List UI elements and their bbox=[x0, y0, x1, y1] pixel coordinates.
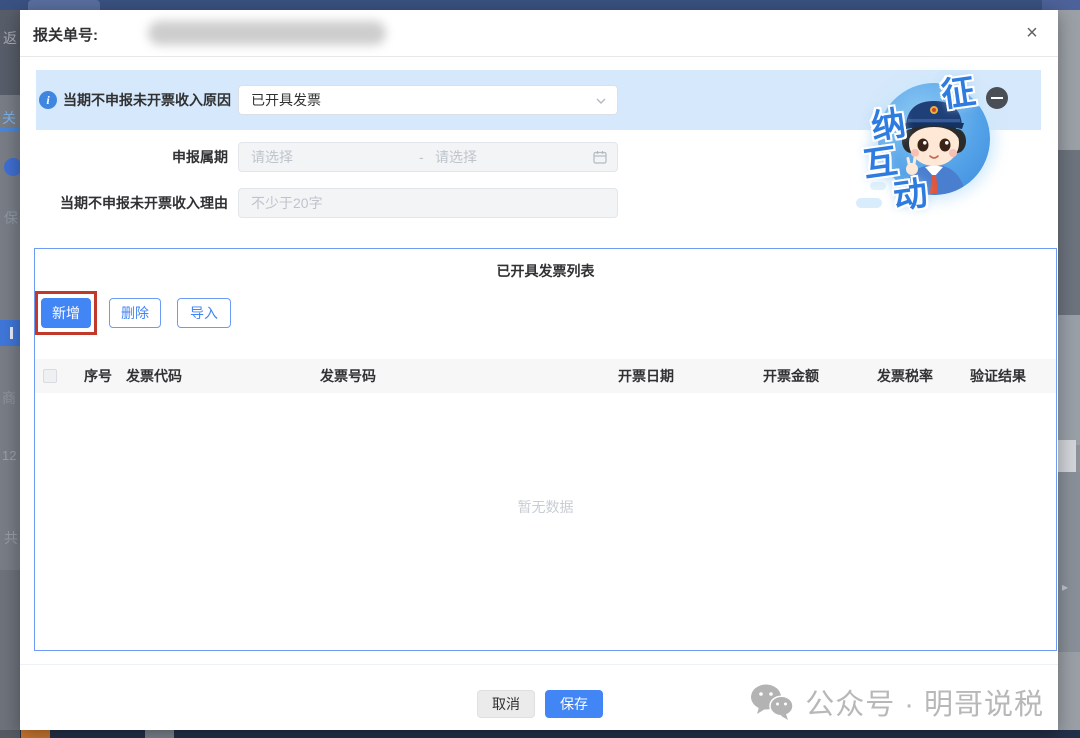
background-right-patch bbox=[1058, 10, 1080, 150]
column-header-verify-result: 验证结果 bbox=[970, 359, 1026, 393]
reason-text-label: 当期不申报未开票收入理由 bbox=[20, 188, 228, 218]
reason-select[interactable]: 已开具发票 bbox=[238, 85, 618, 115]
background-right-patch bbox=[1058, 315, 1080, 445]
period-separator: - bbox=[419, 143, 424, 171]
import-button[interactable]: 导入 bbox=[177, 298, 231, 328]
collapse-mascot-button[interactable] bbox=[986, 87, 1008, 109]
period-start-placeholder: 请选择 bbox=[251, 143, 293, 171]
background-right-patch bbox=[1058, 472, 1080, 652]
modal-title: 报关单号: bbox=[33, 24, 98, 45]
redacted-declaration-number bbox=[148, 21, 386, 45]
background-top-bar bbox=[0, 0, 1080, 10]
reason-select-label: 当期不申报未开票收入原因 bbox=[63, 70, 231, 130]
calendar-icon bbox=[593, 150, 607, 164]
background-button-glyph bbox=[10, 327, 13, 339]
background-bottom-bar bbox=[0, 730, 1080, 738]
empty-state-text: 暂无数据 bbox=[35, 497, 1056, 517]
background-bottom-gray-segment bbox=[145, 730, 174, 738]
period-end-placeholder: 请选择 bbox=[435, 143, 477, 171]
background-left-bottom-patch bbox=[0, 570, 20, 730]
background-fragment: 共 bbox=[4, 528, 18, 548]
background-bottom-leftcap bbox=[0, 730, 20, 738]
chevron-down-icon bbox=[595, 95, 607, 107]
horizontal-scrollbar-thumb[interactable] bbox=[21, 730, 50, 738]
mascot-char: 动 bbox=[890, 165, 930, 218]
column-header-seq: 序号 bbox=[84, 359, 112, 393]
background-arrow-fragment: ▸ bbox=[1062, 580, 1068, 594]
background-blue-icon bbox=[4, 158, 20, 176]
add-button[interactable]: 新增 bbox=[41, 298, 91, 328]
reason-text-placeholder: 不少于20字 bbox=[251, 189, 323, 217]
background-left-edge: 返 关 保 商 12 共 bbox=[0, 10, 20, 730]
background-right-patch bbox=[1058, 150, 1080, 315]
background-fragment: 12 bbox=[2, 448, 16, 463]
background-left-dark-patch bbox=[0, 10, 20, 95]
background-fragment: 返 bbox=[3, 28, 17, 48]
watermark-text: 公众号 · 明哥说税 bbox=[805, 681, 1044, 723]
background-right-patch bbox=[1058, 652, 1080, 730]
background-fragment: 关 bbox=[2, 108, 16, 128]
save-button[interactable]: 保存 bbox=[545, 690, 603, 718]
select-all-checkbox[interactable] bbox=[43, 369, 57, 383]
tax-interaction-mascot[interactable]: 征 纳 互 动 bbox=[848, 70, 1018, 210]
delete-button[interactable]: 删除 bbox=[109, 298, 161, 328]
reason-select-value: 已开具发票 bbox=[251, 86, 321, 114]
invoice-panel-title: 已开具发票列表 bbox=[35, 261, 1056, 281]
customs-declaration-modal: 报关单号: × i 当期不申报未开票收入原因 已开具发票 bbox=[20, 10, 1058, 730]
cancel-button[interactable]: 取消 bbox=[477, 690, 535, 718]
background-top-right-block bbox=[1042, 0, 1080, 10]
background-fragment: 商 bbox=[2, 388, 16, 408]
mascot-trail bbox=[856, 198, 882, 208]
info-icon: i bbox=[39, 91, 57, 109]
footer-divider bbox=[20, 664, 1058, 665]
invoice-table-header: 序号 发票代码 发票号码 开票日期 开票金额 发票税率 验证结果 bbox=[35, 359, 1056, 393]
column-header-invoice-date: 开票日期 bbox=[618, 359, 674, 393]
column-header-invoice-number: 发票号码 bbox=[320, 359, 376, 393]
close-icon[interactable]: × bbox=[1020, 21, 1044, 45]
mascot-char: 征 bbox=[938, 63, 978, 116]
wechat-icon bbox=[749, 683, 795, 721]
background-top-tab bbox=[28, 0, 100, 10]
column-header-tax-rate: 发票税率 bbox=[877, 359, 933, 393]
modal-header: 报关单号: × bbox=[20, 10, 1058, 57]
period-label: 申报属期 bbox=[20, 142, 228, 172]
period-range-field[interactable]: 请选择 - 请选择 bbox=[238, 142, 618, 172]
background-blue-button-fragment bbox=[0, 320, 20, 346]
reason-text-field[interactable]: 不少于20字 bbox=[238, 188, 618, 218]
column-header-invoice-code: 发票代码 bbox=[126, 359, 182, 393]
column-header-invoice-amount: 开票金额 bbox=[763, 359, 819, 393]
issued-invoice-panel: 已开具发票列表 新增 删除 导入 序号 发票代码 发票号码 开票日期 开票金额 … bbox=[34, 248, 1057, 651]
background-tab-underline bbox=[0, 128, 20, 131]
background-right-edge: ▸ bbox=[1058, 10, 1080, 730]
minus-icon bbox=[991, 97, 1003, 99]
background-fragment: 保 bbox=[4, 208, 18, 228]
background-right-lightbox bbox=[1058, 440, 1076, 472]
watermark: 公众号 · 明哥说税 bbox=[749, 676, 1044, 728]
